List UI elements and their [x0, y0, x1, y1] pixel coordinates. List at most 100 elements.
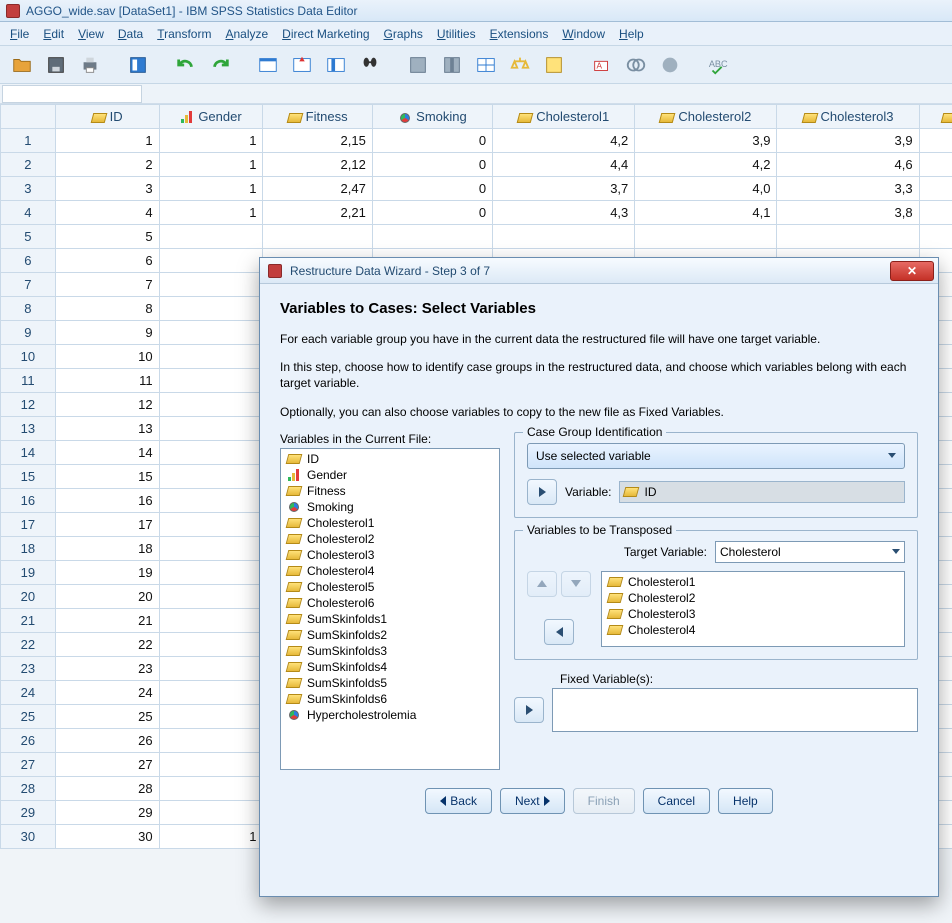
cell[interactable]: 2,47 — [263, 177, 372, 201]
variables-button[interactable] — [322, 51, 350, 79]
cell[interactable]: 8 — [55, 297, 159, 321]
cell[interactable]: 15 — [55, 465, 159, 489]
cell[interactable]: 19 — [55, 561, 159, 585]
variable-item[interactable]: Cholesterol3 — [283, 547, 497, 563]
insert-case-button[interactable] — [404, 51, 432, 79]
back-button[interactable]: Back — [425, 788, 492, 814]
help-button[interactable]: Help — [718, 788, 773, 814]
column-header-cholesterol3[interactable]: Cholesterol3 — [777, 105, 919, 129]
menu-view[interactable]: View — [78, 27, 104, 41]
cell[interactable]: 1 — [159, 129, 263, 153]
use-sets-button[interactable] — [622, 51, 650, 79]
transpose-item[interactable]: Cholesterol3 — [604, 606, 902, 622]
variable-item[interactable]: Cholesterol2 — [283, 531, 497, 547]
cell[interactable]: 4,1 — [635, 201, 777, 225]
cell[interactable]: 3,8 — [777, 201, 919, 225]
row-header[interactable]: 18 — [1, 537, 56, 561]
cell[interactable]: 9 — [55, 321, 159, 345]
cell[interactable] — [159, 297, 263, 321]
variable-item[interactable]: ID — [283, 451, 497, 467]
variable-item[interactable]: SumSkinfolds2 — [283, 627, 497, 643]
variable-item[interactable]: Cholesterol1 — [283, 515, 497, 531]
menu-utilities[interactable]: Utilities — [437, 27, 476, 41]
row-header[interactable]: 1 — [1, 129, 56, 153]
menu-help[interactable]: Help — [619, 27, 644, 41]
cell[interactable]: 4,2 — [635, 153, 777, 177]
cell[interactable]: 10 — [55, 345, 159, 369]
row-header[interactable]: 27 — [1, 753, 56, 777]
table-row[interactable]: 1112,1504,23,93,9 — [1, 129, 952, 153]
row-header[interactable]: 10 — [1, 345, 56, 369]
cell[interactable]: 25 — [55, 705, 159, 729]
insert-variable-button[interactable] — [438, 51, 466, 79]
cell[interactable] — [919, 129, 952, 153]
variable-item[interactable]: Cholesterol6 — [283, 595, 497, 611]
show-all-button[interactable] — [656, 51, 684, 79]
transpose-list[interactable]: Cholesterol1Cholesterol2Cholesterol3Chol… — [601, 571, 905, 647]
menu-edit[interactable]: Edit — [43, 27, 64, 41]
cell[interactable] — [159, 417, 263, 441]
cell[interactable] — [263, 225, 372, 249]
menu-file[interactable]: File — [10, 27, 29, 41]
goto-variable-button[interactable] — [288, 51, 316, 79]
move-down-button[interactable] — [561, 571, 591, 597]
menu-transform[interactable]: Transform — [157, 27, 211, 41]
cell-reference-box[interactable] — [2, 85, 142, 103]
cell[interactable] — [159, 657, 263, 681]
cell[interactable]: 21 — [55, 609, 159, 633]
variable-item[interactable]: Gender — [283, 467, 497, 483]
cell[interactable]: 4 — [55, 201, 159, 225]
variable-item[interactable]: SumSkinfolds3 — [283, 643, 497, 659]
cell[interactable]: 0 — [372, 177, 492, 201]
row-header[interactable]: 30 — [1, 825, 56, 849]
row-header[interactable]: 26 — [1, 729, 56, 753]
cell[interactable]: 26 — [55, 729, 159, 753]
column-header-cholester[interactable]: Cholester — [919, 105, 952, 129]
column-header-cholesterol2[interactable]: Cholesterol2 — [635, 105, 777, 129]
column-header-cholesterol1[interactable]: Cholesterol1 — [493, 105, 635, 129]
cell[interactable]: 1 — [159, 825, 263, 849]
cell[interactable] — [159, 489, 263, 513]
cell[interactable] — [372, 225, 492, 249]
select-cases-button[interactable] — [540, 51, 568, 79]
menu-analyze[interactable]: Analyze — [225, 27, 268, 41]
cell[interactable] — [159, 633, 263, 657]
cell[interactable]: 0 — [372, 129, 492, 153]
cell[interactable]: 2,12 — [263, 153, 372, 177]
move-to-fixed-button[interactable] — [514, 697, 544, 723]
variable-item[interactable]: Cholesterol5 — [283, 579, 497, 595]
row-header[interactable]: 2 — [1, 153, 56, 177]
weight-cases-button[interactable] — [506, 51, 534, 79]
cell[interactable]: 22 — [55, 633, 159, 657]
cell[interactable]: 30 — [55, 825, 159, 849]
cell[interactable]: 7 — [55, 273, 159, 297]
row-header[interactable]: 29 — [1, 801, 56, 825]
cell[interactable]: 11 — [55, 369, 159, 393]
cell[interactable]: 5 — [55, 225, 159, 249]
cell[interactable] — [635, 225, 777, 249]
fixed-variables-list[interactable] — [552, 688, 918, 732]
cell[interactable] — [159, 753, 263, 777]
row-header[interactable]: 13 — [1, 417, 56, 441]
move-up-button[interactable] — [527, 571, 557, 597]
cell[interactable]: 2 — [55, 153, 159, 177]
cell[interactable]: 6 — [55, 249, 159, 273]
cell[interactable]: 28 — [55, 777, 159, 801]
column-header-fitness[interactable]: Fitness — [263, 105, 372, 129]
cell[interactable]: 3,9 — [777, 129, 919, 153]
row-header[interactable]: 19 — [1, 561, 56, 585]
move-to-variable-button[interactable] — [527, 479, 557, 505]
cell[interactable] — [919, 153, 952, 177]
cell[interactable]: 12 — [55, 393, 159, 417]
save-button[interactable] — [42, 51, 70, 79]
goto-case-button[interactable] — [254, 51, 282, 79]
cell[interactable] — [919, 225, 952, 249]
row-header[interactable]: 28 — [1, 777, 56, 801]
cell[interactable]: 1 — [159, 153, 263, 177]
cell[interactable] — [919, 201, 952, 225]
column-header-smoking[interactable]: Smoking — [372, 105, 492, 129]
cell[interactable] — [159, 273, 263, 297]
cell[interactable]: 3,9 — [635, 129, 777, 153]
cell[interactable]: 4,6 — [777, 153, 919, 177]
target-variable-combo[interactable]: Cholesterol — [715, 541, 905, 563]
